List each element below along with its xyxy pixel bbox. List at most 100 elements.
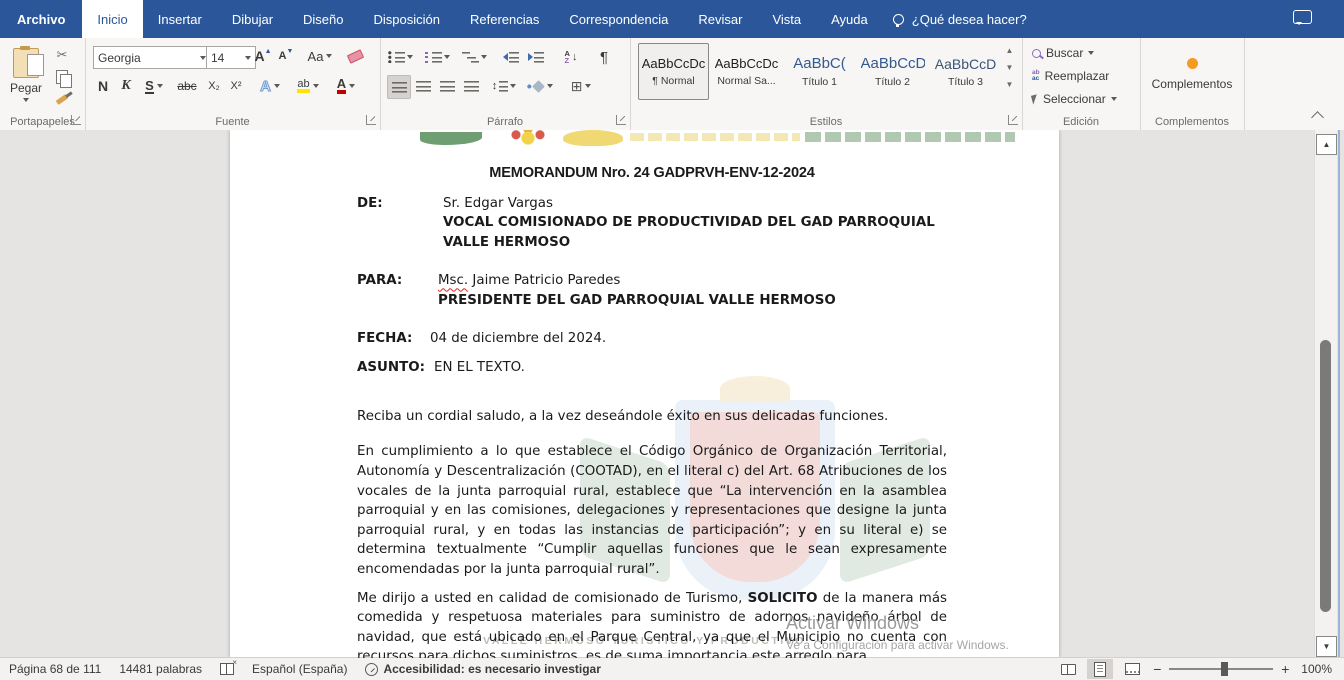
caret-up-icon: ▲ xyxy=(265,48,272,55)
change-case-button[interactable]: Aa xyxy=(303,45,337,67)
zoom-level[interactable]: 100% xyxy=(1297,662,1336,676)
scroll-up-button[interactable]: ▲ xyxy=(1316,134,1337,155)
borders-button[interactable]: ⊞ xyxy=(566,75,596,97)
proofing-book-icon xyxy=(220,663,234,675)
superscript-button[interactable]: X² xyxy=(225,75,247,97)
collapse-ribbon-icon[interactable] xyxy=(1311,111,1324,124)
zoom-out-button[interactable]: − xyxy=(1151,661,1163,677)
page-number-status[interactable]: Página 68 de 111 xyxy=(0,662,110,676)
paste-button[interactable]: Pegar xyxy=(5,43,47,107)
addins-button[interactable]: Complementos xyxy=(1140,50,1244,98)
from-name: Sr. Edgar Vargas xyxy=(443,194,947,214)
subscript-button[interactable]: X₂ xyxy=(203,75,225,97)
bullets-button[interactable] xyxy=(387,46,414,68)
language-status[interactable]: Español (España) xyxy=(243,662,356,676)
tab-disposicion[interactable]: Disposición xyxy=(359,0,455,38)
find-button[interactable]: Buscar xyxy=(1032,46,1094,60)
group-paragraph-label: Párrafo xyxy=(380,116,630,128)
style-titulo-1[interactable]: AaBbC( Título 1 xyxy=(784,43,855,100)
web-layout-button[interactable] xyxy=(1119,659,1145,679)
style-normal-sa[interactable]: AaBbCcDc Normal Sa... xyxy=(711,43,782,100)
styles-gallery-scroll[interactable]: ▲ ▼ ▼ xyxy=(1002,44,1017,92)
align-left-button[interactable] xyxy=(387,75,411,99)
chevron-down-icon xyxy=(481,55,487,59)
group-font-label: Fuente xyxy=(85,116,380,128)
style-normal[interactable]: AaBbCcDc ¶ Normal xyxy=(638,43,709,100)
tab-ayuda[interactable]: Ayuda xyxy=(816,0,883,38)
align-right-button[interactable] xyxy=(436,75,458,97)
field-from: DE: Sr. Edgar Vargas VOCAL COMISIONADO D… xyxy=(357,194,947,253)
cut-button[interactable]: ✂ xyxy=(52,44,72,66)
word-window: Archivo Inicio Insertar Dibujar Diseño D… xyxy=(0,0,1344,680)
grow-font-button[interactable]: A▲ xyxy=(252,45,274,67)
clipboard-dialog-launcher[interactable] xyxy=(71,115,81,125)
format-painter-button[interactable] xyxy=(52,88,72,110)
shading-button[interactable] xyxy=(528,75,558,97)
print-layout-button[interactable] xyxy=(1087,659,1113,679)
gallery-more-icon[interactable]: ▼ xyxy=(1006,78,1014,92)
scrollbar-thumb[interactable] xyxy=(1320,340,1331,612)
scroll-down-button[interactable]: ▼ xyxy=(1316,636,1337,657)
font-dialog-launcher[interactable] xyxy=(366,115,376,125)
chevron-down-icon xyxy=(349,84,355,88)
read-mode-button[interactable] xyxy=(1055,659,1081,679)
style-titulo-3[interactable]: AaBbCcD Título 3 xyxy=(930,43,1001,100)
select-button[interactable]: Seleccionar xyxy=(1032,92,1117,106)
align-center-button[interactable] xyxy=(412,75,434,97)
zoom-slider[interactable] xyxy=(1169,668,1273,670)
zoom-in-button[interactable]: + xyxy=(1279,661,1291,677)
tab-archivo[interactable]: Archivo xyxy=(0,0,82,38)
from-label: DE: xyxy=(357,194,443,253)
tab-diseno[interactable]: Diseño xyxy=(288,0,358,38)
tab-dibujar[interactable]: Dibujar xyxy=(217,0,288,38)
line-spacing-button[interactable]: ↕ xyxy=(488,75,520,97)
copy-button[interactable] xyxy=(52,66,72,88)
style-titulo-2[interactable]: AaBbCcD Título 2 xyxy=(857,43,928,100)
tab-correspondencia[interactable]: Correspondencia xyxy=(554,0,683,38)
lines-icon xyxy=(509,51,519,63)
group-clipboard: Pegar ✂ Portapapeles xyxy=(0,38,86,130)
text-effects-button[interactable]: A xyxy=(255,75,285,97)
clear-formatting-button[interactable] xyxy=(343,45,367,67)
replace-button[interactable]: abac Reemplazar xyxy=(1032,69,1109,83)
font-color-button[interactable]: A xyxy=(330,75,362,97)
document-page[interactable]: VALLE HERMOSO TURISTICO Y PRODUCTIVO MEM… xyxy=(230,130,1059,658)
paragraph-dialog-launcher[interactable] xyxy=(616,115,626,125)
tab-vista[interactable]: Vista xyxy=(757,0,816,38)
styles-dialog-launcher[interactable] xyxy=(1008,115,1018,125)
borders-icon: ⊞ xyxy=(571,79,583,93)
group-editing: Buscar abac Reemplazar Seleccionar Edici… xyxy=(1022,38,1141,130)
scroll-down-icon[interactable]: ▼ xyxy=(1006,61,1014,75)
comments-icon[interactable] xyxy=(1293,10,1312,24)
underline-button[interactable]: S xyxy=(139,75,169,97)
word-count-status[interactable]: 14481 palabras xyxy=(110,662,211,676)
decrease-indent-button[interactable] xyxy=(500,46,522,68)
accessibility-icon xyxy=(365,663,378,676)
zoom-slider-thumb[interactable] xyxy=(1221,662,1228,676)
increase-indent-button[interactable] xyxy=(525,46,547,68)
tab-referencias[interactable]: Referencias xyxy=(455,0,554,38)
accessibility-status[interactable]: Accesibilidad: es necesario investigar xyxy=(356,662,609,676)
shrink-font-button[interactable]: A▼ xyxy=(275,45,297,67)
scroll-up-icon[interactable]: ▲ xyxy=(1006,44,1014,58)
bold-button[interactable]: N xyxy=(93,75,113,97)
chevron-down-icon xyxy=(444,55,450,59)
justify-button[interactable] xyxy=(460,75,482,97)
tab-revisar[interactable]: Revisar xyxy=(683,0,757,38)
numbering-button[interactable] xyxy=(424,46,451,68)
tell-me-box[interactable]: ¿Qué desea hacer? xyxy=(883,0,1037,38)
sort-button[interactable]: AZ ↓ xyxy=(558,46,584,68)
to-name: Jaime Patricio Paredes xyxy=(468,273,620,288)
vertical-scrollbar[interactable]: ▲ ▼ xyxy=(1314,130,1337,658)
highlight-color-button[interactable]: ab xyxy=(291,75,325,97)
font-size-combo[interactable]: 14 xyxy=(206,46,256,69)
proofing-status[interactable] xyxy=(211,663,243,675)
italic-button[interactable]: K xyxy=(116,75,136,97)
font-name-combo[interactable]: Georgia xyxy=(93,46,211,69)
tab-inicio[interactable]: Inicio xyxy=(82,0,142,38)
tab-insertar[interactable]: Insertar xyxy=(143,0,217,38)
strikethrough-button[interactable]: abc xyxy=(173,75,201,97)
show-marks-button[interactable]: ¶ xyxy=(594,46,614,68)
multilevel-list-button[interactable] xyxy=(461,46,488,68)
chevron-down-icon xyxy=(245,56,251,60)
